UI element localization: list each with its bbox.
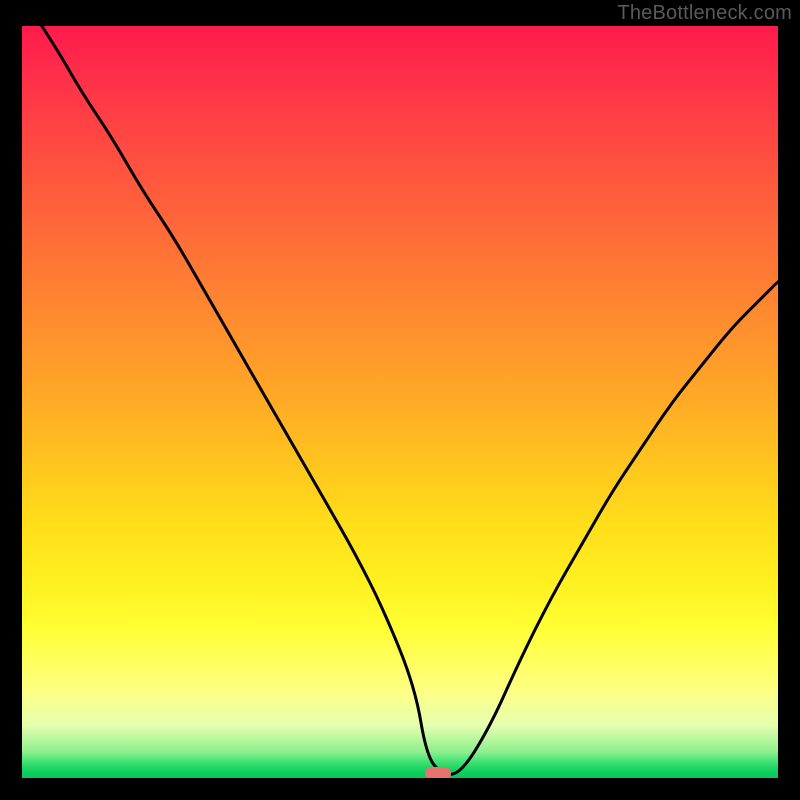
bottleneck-curve <box>22 26 778 774</box>
optimal-marker <box>425 767 451 778</box>
chart-frame: TheBottleneck.com <box>0 0 800 800</box>
plot-area <box>22 26 778 778</box>
attribution-text: TheBottleneck.com <box>617 2 792 25</box>
curve-layer <box>22 26 778 778</box>
